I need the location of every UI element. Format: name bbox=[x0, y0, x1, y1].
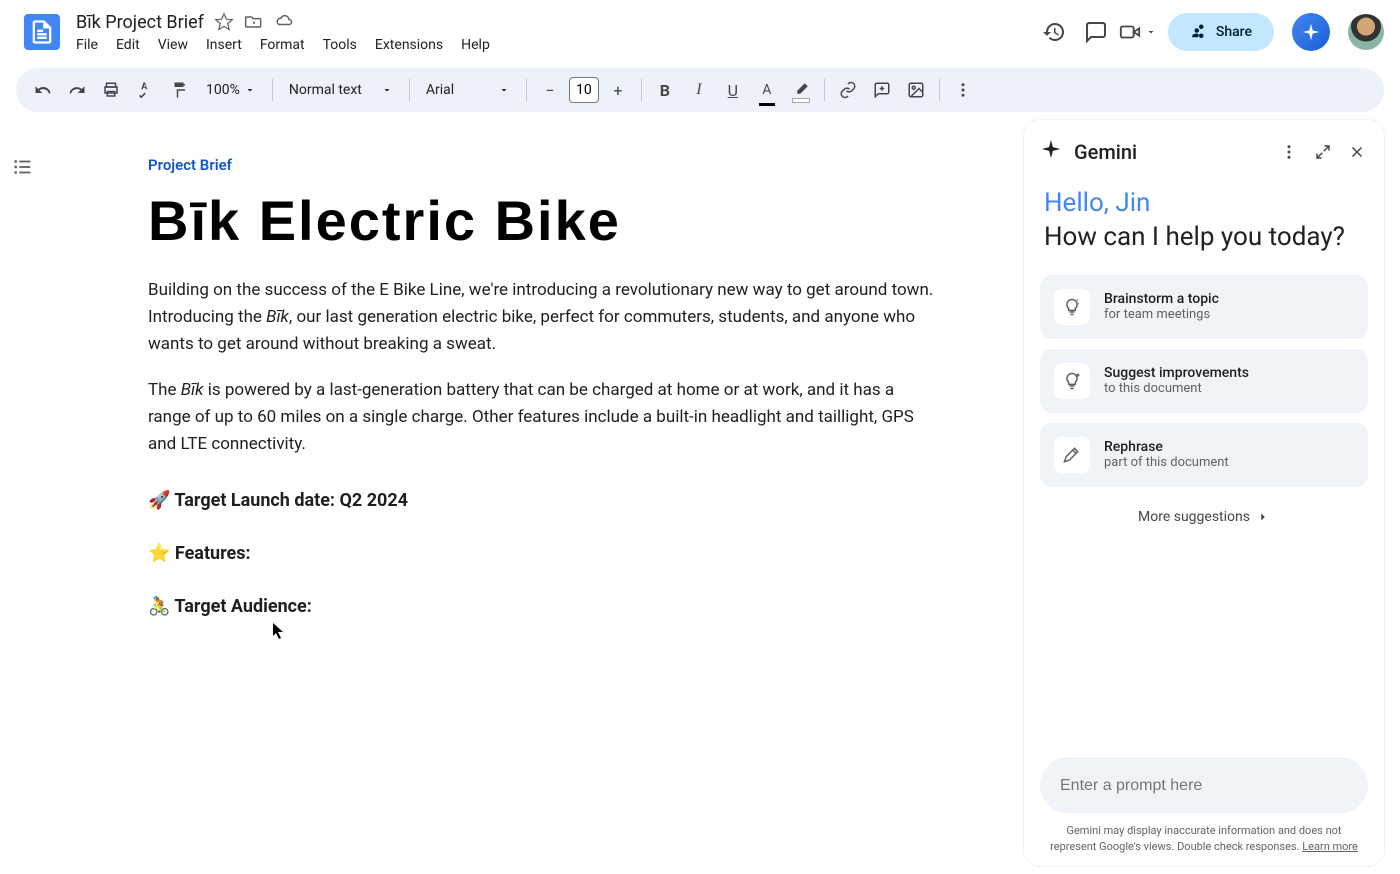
spellcheck-button[interactable] bbox=[130, 75, 160, 105]
zoom-value: 100% bbox=[206, 82, 240, 98]
suggestion-text: Brainstorm a topic for team meetings bbox=[1104, 291, 1219, 322]
suggestion-improve[interactable]: Suggest improvements to this document bbox=[1040, 349, 1368, 413]
audience-line: 🚴 Target Audience: bbox=[148, 596, 940, 617]
undo-button[interactable] bbox=[28, 75, 58, 105]
lightbulb-icon bbox=[1054, 289, 1090, 325]
style-select[interactable]: Normal text bbox=[281, 78, 401, 102]
outline-icon[interactable] bbox=[12, 156, 36, 180]
font-value: Arial bbox=[426, 82, 454, 98]
gemini-header: Gemini bbox=[1040, 138, 1368, 165]
gemini-title: Gemini bbox=[1074, 140, 1266, 164]
suggestion-brainstorm[interactable]: Brainstorm a topic for team meetings bbox=[1040, 275, 1368, 339]
gemini-panel: Gemini Hello, Jin How can I help you tod… bbox=[1024, 120, 1384, 866]
font-size-decrease[interactable]: − bbox=[535, 75, 565, 105]
menu-view[interactable]: View bbox=[158, 37, 188, 53]
more-tools-button[interactable] bbox=[948, 75, 978, 105]
underline-button[interactable]: U bbox=[718, 75, 748, 105]
learn-more-link[interactable]: Learn more bbox=[1302, 840, 1358, 853]
separator bbox=[641, 79, 642, 101]
link-button[interactable] bbox=[833, 75, 863, 105]
prompt-input[interactable] bbox=[1060, 777, 1348, 795]
separator bbox=[939, 79, 940, 101]
history-icon[interactable] bbox=[1042, 20, 1066, 44]
cloud-status-icon[interactable] bbox=[274, 12, 294, 32]
user-avatar[interactable] bbox=[1348, 14, 1384, 50]
bold-button[interactable]: B bbox=[650, 75, 680, 105]
redo-button[interactable] bbox=[62, 75, 92, 105]
text-color-button[interactable]: A bbox=[752, 75, 782, 105]
gemini-more-icon[interactable] bbox=[1278, 141, 1300, 163]
menu-insert[interactable]: Insert bbox=[206, 37, 242, 53]
menu-help[interactable]: Help bbox=[461, 37, 490, 53]
doc-paragraph-1: Building on the success of the E Bike Li… bbox=[148, 277, 940, 359]
lightbulb-plus-icon bbox=[1054, 363, 1090, 399]
gemini-spark-icon bbox=[1040, 138, 1062, 165]
main-area: Project Brief Bīk Electric Bike Building… bbox=[0, 116, 1400, 874]
italic-button[interactable]: I bbox=[684, 75, 714, 105]
font-size-input[interactable]: 10 bbox=[569, 77, 599, 103]
toolbar: 100% Normal text Arial − 10 + B I U A bbox=[16, 68, 1384, 112]
features-line: ⭐ Features: bbox=[148, 543, 940, 564]
separator bbox=[526, 79, 527, 101]
doc-label: Project Brief bbox=[148, 156, 940, 174]
outline-toggle bbox=[0, 116, 48, 874]
gemini-close-icon[interactable] bbox=[1346, 141, 1368, 163]
gemini-star-button[interactable] bbox=[1292, 13, 1330, 51]
gemini-bottom: Gemini may display inaccurate informatio… bbox=[1040, 757, 1368, 854]
meet-button[interactable] bbox=[1126, 20, 1150, 44]
prompt-box[interactable] bbox=[1040, 757, 1368, 813]
zoom-select[interactable]: 100% bbox=[198, 78, 264, 102]
separator bbox=[272, 79, 273, 101]
share-label: Share bbox=[1216, 24, 1252, 40]
greeting-question: How can I help you today? bbox=[1044, 222, 1345, 252]
suggestion-rephrase[interactable]: Rephrase part of this document bbox=[1040, 423, 1368, 487]
menu-format[interactable]: Format bbox=[260, 37, 305, 53]
doc-heading: Bīk Electric Bike bbox=[148, 188, 940, 253]
separator bbox=[409, 79, 410, 101]
gemini-disclaimer: Gemini may display inaccurate informatio… bbox=[1040, 823, 1368, 854]
header-center: Bīk Project Brief File Edit View Insert … bbox=[76, 12, 1026, 53]
suggestion-text: Rephrase part of this document bbox=[1104, 439, 1229, 470]
doc-paragraph-2: The Bīk is powered by a last-generation … bbox=[148, 377, 940, 459]
font-size-increase[interactable]: + bbox=[603, 75, 633, 105]
star-emoji-icon: ⭐ bbox=[148, 543, 170, 564]
comment-icon[interactable] bbox=[1084, 20, 1108, 44]
header: Bīk Project Brief File Edit View Insert … bbox=[0, 0, 1400, 64]
docs-logo-icon[interactable] bbox=[24, 14, 60, 50]
pencil-icon bbox=[1054, 437, 1090, 473]
title-row: Bīk Project Brief bbox=[76, 12, 1026, 33]
move-icon[interactable] bbox=[244, 12, 264, 32]
gemini-expand-icon[interactable] bbox=[1312, 141, 1334, 163]
paint-format-button[interactable] bbox=[164, 75, 194, 105]
font-select[interactable]: Arial bbox=[418, 78, 518, 102]
more-suggestions-button[interactable]: More suggestions bbox=[1040, 497, 1368, 537]
suggestion-text: Suggest improvements to this document bbox=[1104, 365, 1249, 396]
chevron-right-icon bbox=[1256, 510, 1270, 524]
header-right: Share bbox=[1042, 13, 1384, 51]
greeting-hello: Hello, Jin bbox=[1044, 188, 1150, 218]
print-button[interactable] bbox=[96, 75, 126, 105]
cyclist-icon: 🚴 bbox=[148, 596, 170, 617]
gemini-greeting: Hello, Jin How can I help you today? bbox=[1040, 187, 1368, 255]
menu-file[interactable]: File bbox=[76, 37, 98, 53]
menu-edit[interactable]: Edit bbox=[116, 37, 140, 53]
separator bbox=[824, 79, 825, 101]
launch-date-line: 🚀 Target Launch date: Q2 2024 bbox=[148, 490, 940, 511]
share-button[interactable]: Share bbox=[1168, 13, 1274, 51]
menu-tools[interactable]: Tools bbox=[323, 37, 357, 53]
star-icon[interactable] bbox=[214, 12, 234, 32]
menu-bar: File Edit View Insert Format Tools Exten… bbox=[76, 35, 1026, 53]
highlight-button[interactable] bbox=[786, 75, 816, 105]
document-canvas[interactable]: Project Brief Bīk Electric Bike Building… bbox=[48, 116, 1020, 874]
document-title[interactable]: Bīk Project Brief bbox=[76, 12, 204, 33]
menu-extensions[interactable]: Extensions bbox=[375, 37, 443, 53]
style-value: Normal text bbox=[289, 82, 362, 98]
rocket-icon: 🚀 bbox=[148, 490, 170, 511]
add-comment-button[interactable] bbox=[867, 75, 897, 105]
insert-image-button[interactable] bbox=[901, 75, 931, 105]
